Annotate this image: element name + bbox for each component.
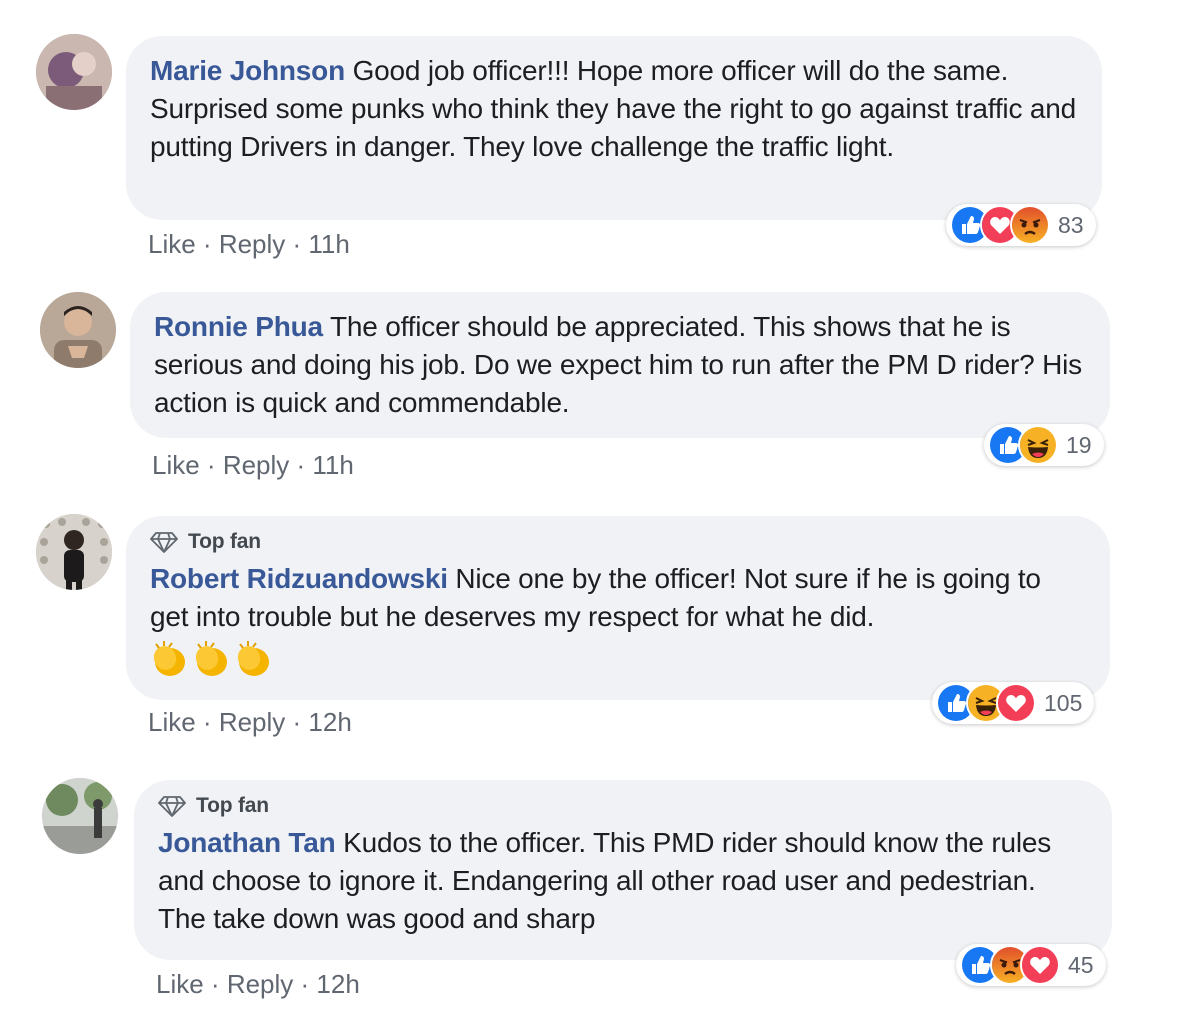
separator: · bbox=[195, 707, 219, 737]
reaction-summary[interactable]: 105 bbox=[932, 682, 1095, 724]
top-fan-badge: Top fan bbox=[150, 528, 1086, 556]
reply-link[interactable]: Reply bbox=[223, 450, 289, 480]
separator: · bbox=[195, 229, 219, 259]
diamond-icon bbox=[150, 532, 178, 553]
timestamp-link[interactable]: 12h bbox=[316, 969, 359, 999]
timestamp-link[interactable]: 11h bbox=[308, 229, 349, 259]
love-icon bbox=[1020, 945, 1060, 985]
avatar[interactable] bbox=[36, 514, 112, 590]
haha-icon bbox=[1018, 425, 1058, 465]
angry-icon bbox=[1010, 205, 1050, 245]
comment-actions: Like · Reply · 12h bbox=[148, 706, 352, 738]
comment-bubble: Top fan Jonathan Tan Kudos to the office… bbox=[134, 780, 1112, 960]
reaction-count: 19 bbox=[1066, 431, 1092, 458]
reaction-count: 45 bbox=[1068, 951, 1094, 978]
comment-actions: Like · Reply · 12h bbox=[156, 968, 360, 1000]
top-fan-label: Top fan bbox=[188, 530, 261, 553]
reaction-summary[interactable]: 45 bbox=[956, 944, 1106, 986]
love-icon bbox=[996, 683, 1036, 723]
comment-actions: Like · Reply · 11h bbox=[148, 228, 350, 260]
comment-bubble: Marie Johnson Good job officer!!! Hope m… bbox=[126, 36, 1102, 220]
reaction-summary[interactable]: 19 bbox=[984, 424, 1104, 466]
reaction-count: 105 bbox=[1044, 689, 1083, 716]
like-link[interactable]: Like bbox=[156, 969, 204, 999]
separator: · bbox=[289, 450, 313, 480]
reaction-count: 83 bbox=[1058, 211, 1084, 238]
avatar[interactable] bbox=[36, 34, 112, 110]
timestamp-link[interactable]: 11h bbox=[312, 450, 353, 480]
reply-link[interactable]: Reply bbox=[227, 969, 293, 999]
emoji-row bbox=[150, 638, 1086, 680]
comment-bubble: Ronnie Phua The officer should be apprec… bbox=[130, 292, 1110, 438]
avatar[interactable] bbox=[42, 778, 118, 854]
like-link[interactable]: Like bbox=[152, 450, 200, 480]
avatar[interactable] bbox=[40, 292, 116, 368]
comment-author[interactable]: Marie Johnson bbox=[150, 55, 345, 86]
timestamp-link[interactable]: 12h bbox=[308, 707, 351, 737]
comment-bubble: Top fan Robert Ridzuandowski Nice one by… bbox=[126, 516, 1110, 700]
separator: · bbox=[199, 450, 223, 480]
reply-link[interactable]: Reply bbox=[219, 707, 285, 737]
separator: · bbox=[285, 707, 309, 737]
comment-author[interactable]: Ronnie Phua bbox=[154, 311, 323, 342]
reaction-summary[interactable]: 83 bbox=[946, 204, 1096, 246]
separator: · bbox=[203, 969, 227, 999]
reply-link[interactable]: Reply bbox=[219, 229, 285, 259]
clapping-hands-emoji bbox=[237, 641, 269, 676]
like-link[interactable]: Like bbox=[148, 707, 196, 737]
comment-author[interactable]: Robert Ridzuandowski bbox=[150, 563, 448, 594]
diamond-icon bbox=[158, 796, 186, 817]
top-fan-label: Top fan bbox=[196, 794, 269, 817]
separator: · bbox=[293, 969, 317, 999]
like-link[interactable]: Like bbox=[148, 229, 196, 259]
separator: · bbox=[285, 229, 309, 259]
top-fan-badge: Top fan bbox=[158, 792, 1088, 820]
comment-actions: Like · Reply · 11h bbox=[152, 449, 354, 481]
comment-author[interactable]: Jonathan Tan bbox=[158, 827, 336, 858]
clapping-hands-emoji bbox=[153, 641, 185, 676]
clapping-hands-emoji bbox=[195, 641, 227, 676]
